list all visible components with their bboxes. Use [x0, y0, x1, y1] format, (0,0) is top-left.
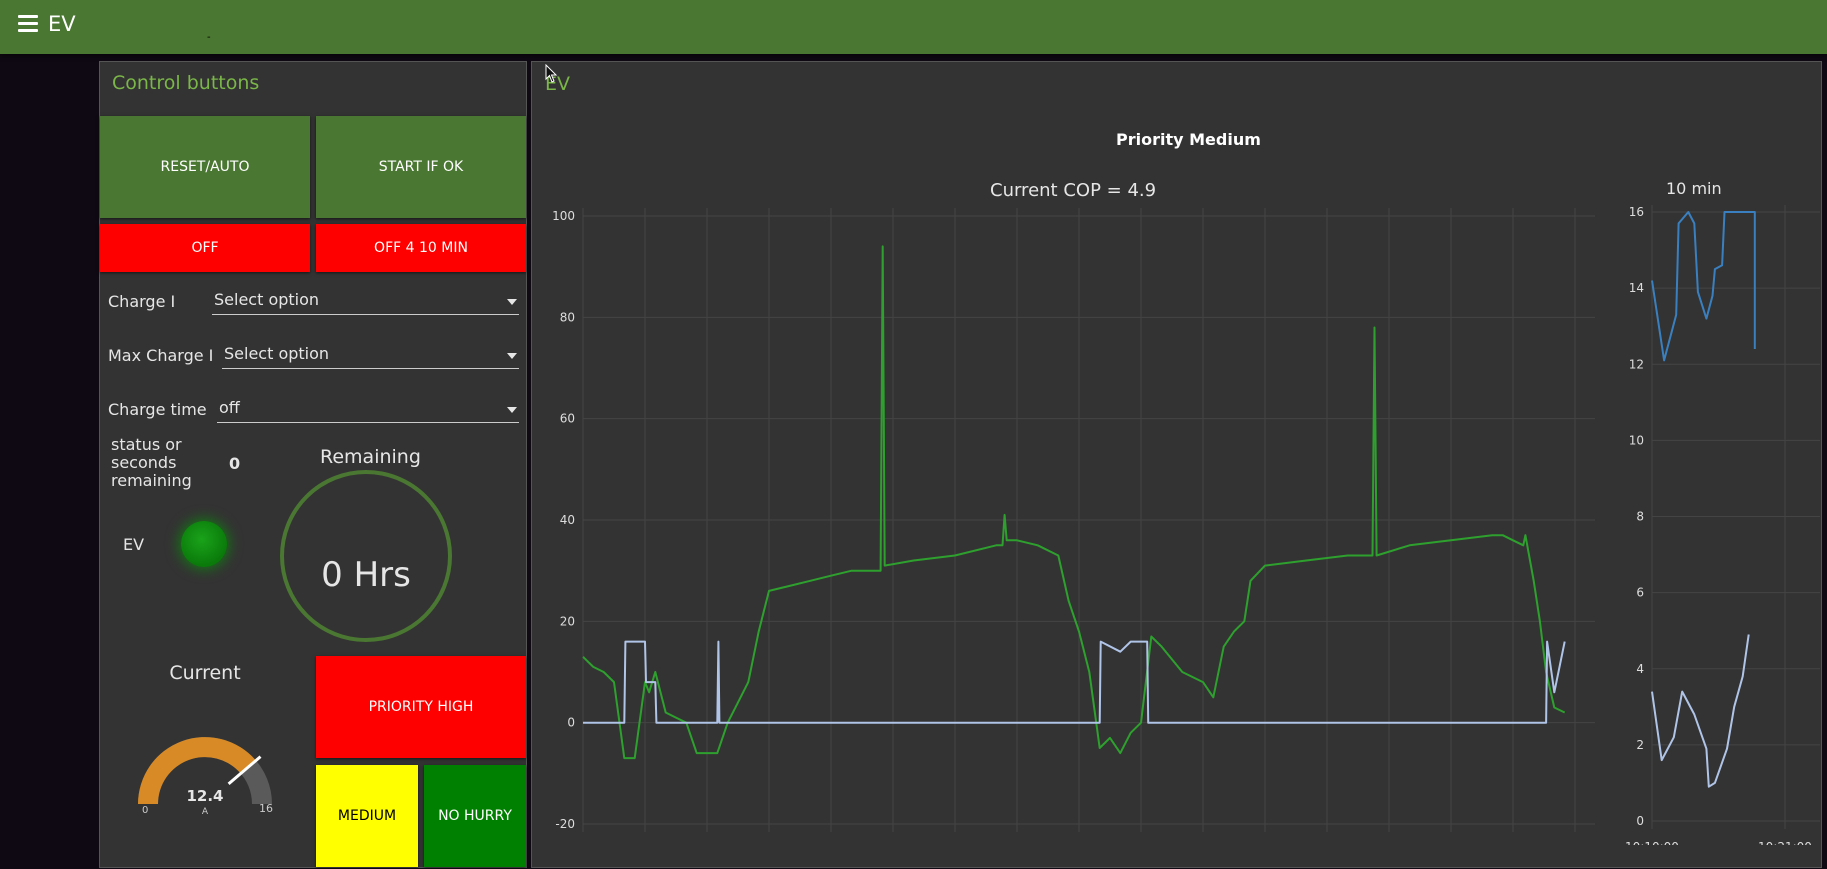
x-tick-label: 16:00:00 [1176, 843, 1230, 845]
priority-text: Priority Medium [1116, 130, 1261, 149]
current-gauge-unit: A [201, 807, 209, 817]
off-4-10-min-button[interactable]: OFF 4 10 MIN [316, 224, 526, 272]
y-tick-label: -20 [555, 817, 575, 831]
max-charge-i-select[interactable]: Select option [222, 344, 519, 369]
charge-time-label: Charge time [108, 400, 207, 419]
x-tick-label: 04:00:00 [928, 843, 982, 845]
charge-time-select[interactable]: off [217, 398, 519, 423]
x-tick-label: 01:00:00 [1362, 843, 1416, 845]
series-line-2 [583, 640, 1566, 724]
cop-chart-title: Current COP = 4.9 [990, 180, 1157, 201]
x-tick-label: 16:00:00 [680, 843, 734, 845]
no-hurry-button[interactable]: NO HURRY [424, 765, 526, 867]
ten-min-chart-title: 10 min [1666, 179, 1722, 198]
charge-time-value: off [219, 398, 240, 417]
chevron-down-icon [507, 299, 517, 305]
x-tick-label: 22:00:00 [804, 843, 858, 845]
x-tick-label: 10:10:00 [1625, 840, 1679, 845]
x-tick-label: 22:00:00 [1300, 843, 1354, 845]
y-tick-label: 80 [560, 310, 575, 324]
y-tick-label: 10 [1629, 433, 1644, 447]
charge-i-label: Charge I [108, 292, 176, 311]
ev-status-led [181, 521, 227, 567]
chevron-down-icon [507, 353, 517, 359]
series-line-2 [1651, 634, 1750, 788]
off-button[interactable]: OFF [100, 224, 310, 272]
series-line-1 [1651, 211, 1756, 362]
y-tick-label: 8 [1636, 510, 1644, 524]
max-charge-i-label: Max Charge I [108, 346, 214, 365]
current-gauge-value: 12.4 [186, 787, 224, 805]
max-charge-i-value: Select option [224, 344, 330, 363]
y-tick-label: 100 [552, 209, 575, 223]
top-bar: EV - [0, 0, 1827, 54]
control-buttons-title: Control buttons [112, 72, 260, 94]
current-gauge-min: 0 [142, 805, 149, 816]
cop-chart: 100 80 60 40 20 0 -20 10:00:00 13:00:00 16:00:00 1… [552, 208, 1595, 845]
ev-led-label: EV [123, 535, 145, 554]
status-value: 0 [229, 454, 241, 473]
x-tick-label: 04:00:00 [1424, 843, 1478, 845]
charge-i-value: Select option [214, 290, 320, 309]
y-tick-label: 14 [1629, 281, 1644, 295]
start-if-ok-button[interactable]: START IF OK [316, 116, 526, 218]
mouse-cursor-icon [545, 64, 558, 83]
y-tick-label: 0 [567, 716, 575, 730]
charge-i-select[interactable]: Select option [212, 290, 519, 315]
y-tick-label: 0 [1636, 814, 1644, 828]
x-tick-label: 19:00:00 [1238, 843, 1292, 845]
x-tick-label: 07:00:00 [990, 843, 1044, 845]
medium-button[interactable]: MEDIUM [316, 765, 418, 867]
chevron-down-icon [507, 407, 517, 413]
y-tick-label: 6 [1636, 586, 1644, 600]
current-gauge-title: Current [169, 662, 241, 684]
remaining-value: 0 Hrs [321, 555, 411, 595]
header-dash: - [207, 32, 211, 43]
y-tick-label: 16 [1629, 205, 1644, 219]
x-tick-label: 19:00:00 [742, 843, 796, 845]
y-tick-label: 4 [1636, 662, 1644, 676]
y-tick-label: 20 [560, 614, 575, 628]
x-tick-label: 10:21:00 [1758, 840, 1812, 845]
reset-auto-button[interactable]: RESET/AUTO [100, 116, 310, 218]
status-label: status or seconds remaining [111, 435, 192, 490]
priority-high-button[interactable]: PRIORITY HIGH [316, 656, 526, 758]
y-tick-label: 12 [1629, 357, 1644, 371]
x-tick-label: 10:00:00 [556, 843, 610, 845]
remaining-title: Remaining [320, 446, 421, 468]
x-tick-label: 13:00:00 [618, 843, 672, 845]
y-tick-label: 2 [1636, 738, 1644, 752]
x-tick-label: 01:00:00 [866, 843, 920, 845]
y-tick-label: 60 [560, 412, 575, 426]
x-tick-label: 10:00:00 [1052, 843, 1106, 845]
x-tick-label: 07:00:00 [1486, 843, 1540, 845]
series-line-1 [582, 245, 1566, 760]
x-tick-label: 11:00:00 [1548, 843, 1595, 845]
current-gauge-max: 16 [259, 802, 273, 815]
ten-min-chart: 16 14 12 10 8 6 4 2 0 10:10:00 10:21:00 [1625, 205, 1820, 845]
app-title: EV [48, 12, 76, 36]
menu-icon[interactable] [18, 15, 38, 33]
y-tick-label: 40 [560, 513, 575, 527]
x-tick-label: 13:00:00 [1114, 843, 1168, 845]
